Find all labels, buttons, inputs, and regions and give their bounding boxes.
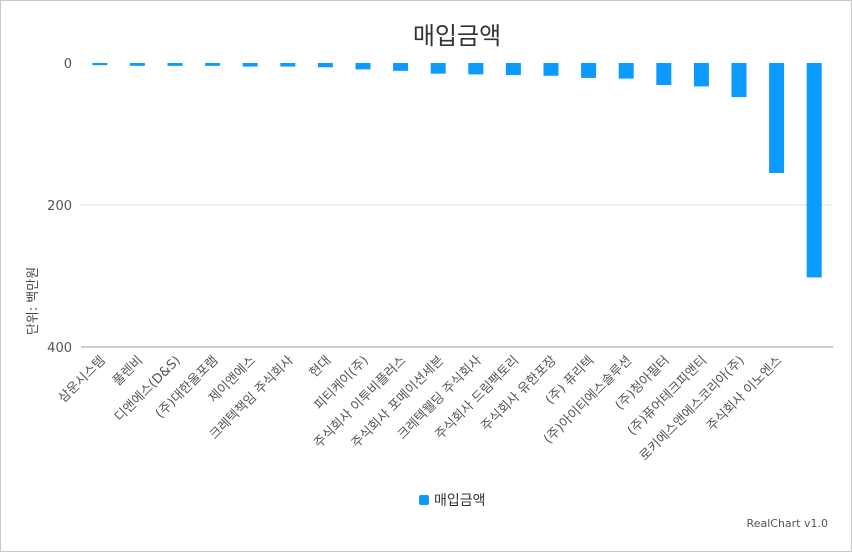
x-axis-labels: 삼운시스템 풀렌비디앤에스(D&S)(주)대한울포램제이앤에스크레텍책임 주식회사…	[56, 353, 786, 464]
bar[interactable]	[167, 63, 183, 66]
bar[interactable]	[693, 63, 709, 87]
bar[interactable]	[205, 63, 221, 66]
legend-label: 매입금액	[434, 493, 486, 509]
bar[interactable]	[393, 63, 409, 71]
gridlines	[81, 204, 833, 348]
bar[interactable]	[656, 63, 672, 86]
bar[interactable]	[430, 63, 446, 74]
bar[interactable]	[731, 63, 747, 98]
bar[interactable]	[92, 63, 108, 66]
y-axis-ticks: 0 200 400	[47, 57, 72, 356]
bar[interactable]	[806, 63, 822, 278]
bar[interactable]	[242, 63, 258, 67]
chart-frame: 매입금액 단위: 백만원 0 200 400 삼운시스템 풀렌비 디앤에스(D&S) (주…	[0, 0, 852, 552]
bar[interactable]	[581, 63, 597, 78]
bar[interactable]	[505, 63, 521, 76]
y-tick-label: 400	[47, 341, 72, 356]
y-axis-title: 단위: 백만원	[26, 267, 41, 335]
x-tick-label: 현대	[307, 353, 335, 381]
chart-title: 매입금액	[413, 22, 501, 50]
x-tick-label: 삼운시스템	[56, 353, 109, 406]
bar[interactable]	[468, 63, 484, 75]
y-tick-label: 0	[64, 57, 72, 72]
legend[interactable]: 매입금액	[419, 493, 486, 509]
y-tick-label: 200	[47, 199, 72, 214]
bar[interactable]	[355, 63, 371, 70]
bar[interactable]	[769, 63, 785, 174]
x-tick-label: 디앤에스(D&S)	[112, 353, 184, 425]
bar[interactable]	[618, 63, 634, 79]
legend-swatch	[419, 495, 429, 505]
bar[interactable]	[317, 63, 333, 68]
bar[interactable]	[129, 63, 145, 66]
x-tick-label: 풀렌비	[110, 353, 146, 389]
bar[interactable]	[280, 63, 296, 67]
chart-svg: 매입금액 단위: 백만원 0 200 400 삼운시스템 풀렌비디앤에스(D&S)(주…	[26, 22, 833, 530]
bars	[92, 63, 822, 278]
chart-credit: RealChart v1.0	[747, 517, 828, 530]
bar[interactable]	[543, 63, 559, 76]
